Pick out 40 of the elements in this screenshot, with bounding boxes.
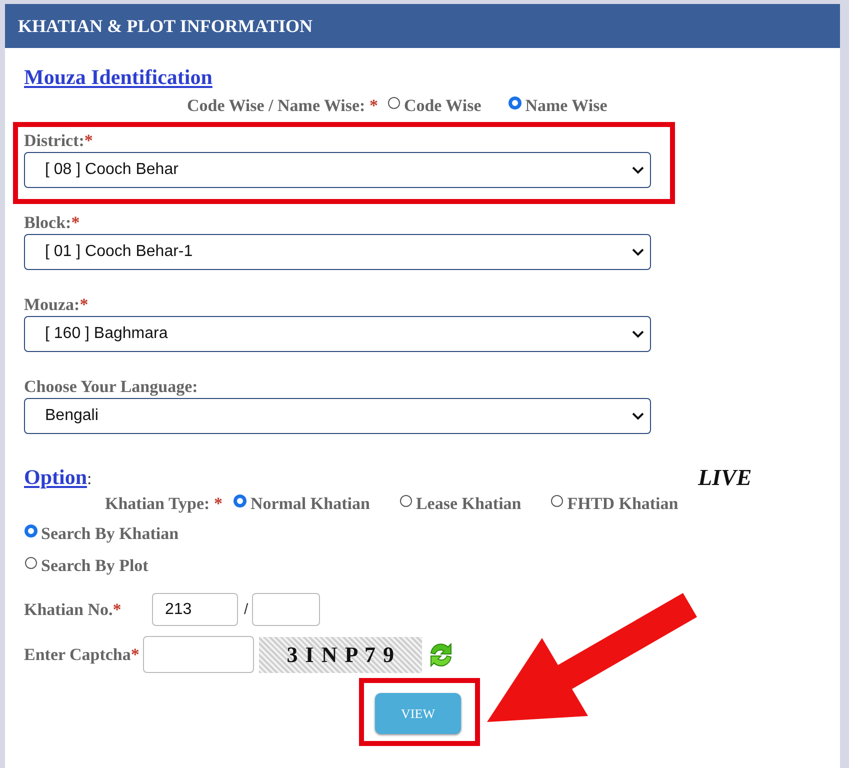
dropdown-field[interactable]: Bengali <box>24 398 651 434</box>
field-label: Enter Captcha* <box>24 644 140 664</box>
dropdown-field[interactable]: [ 08 ] Cooch Behar <box>24 152 651 188</box>
chevron-icon <box>632 166 644 174</box>
radio-label: Search By Plot <box>41 556 148 576</box>
chevron-icon <box>632 248 644 256</box>
khatian-suffix-field[interactable] <box>252 593 320 626</box>
chevron-icon <box>632 412 644 420</box>
radio-label: Search By Khatian <box>41 524 179 544</box>
section-heading[interactable]: Option <box>24 464 88 490</box>
radio-label: Normal Khatian <box>250 494 370 514</box>
colon-text: : <box>87 469 92 489</box>
radio-button[interactable] <box>388 97 400 109</box>
radio-label: Name Wise <box>525 96 608 116</box>
khatian-number-field[interactable]: 213 <box>152 593 238 626</box>
type-label: Khatian Type: * <box>105 494 222 514</box>
field-label: District:* <box>24 131 93 151</box>
chevron-icon <box>632 330 644 338</box>
radio-label: Code Wise <box>404 96 482 116</box>
radio-button[interactable] <box>25 557 37 569</box>
captcha-image: 3 I N P 7 9 <box>259 636 422 672</box>
field-label: Block:* <box>24 213 80 233</box>
field-label: Khatian No.* <box>24 600 122 620</box>
section-heading[interactable]: Mouza Identification <box>24 65 212 90</box>
radio-button[interactable] <box>551 495 564 507</box>
separator-text: / <box>244 601 248 618</box>
radio-button[interactable] <box>25 525 37 537</box>
field-label: Choose Your Language: <box>24 377 198 397</box>
dropdown-field[interactable]: [ 01 ] Cooch Behar-1 <box>24 234 651 270</box>
captcha-field[interactable] <box>143 636 254 673</box>
live-text: LIVE <box>698 465 752 491</box>
dropdown-field[interactable]: [ 160 ] Baghmara <box>24 316 651 352</box>
radio-button[interactable] <box>400 495 412 507</box>
radio-button[interactable] <box>234 495 246 507</box>
field-label: Mouza:* <box>24 295 88 315</box>
radio-label: FHTD Khatian <box>567 494 678 514</box>
mode-label: Code Wise / Name Wise: * <box>187 96 378 116</box>
radio-button[interactable] <box>509 97 522 109</box>
radio-label: Lease Khatian <box>416 494 522 514</box>
panel-header: KHATIAN & PLOT INFORMATION <box>5 4 840 48</box>
